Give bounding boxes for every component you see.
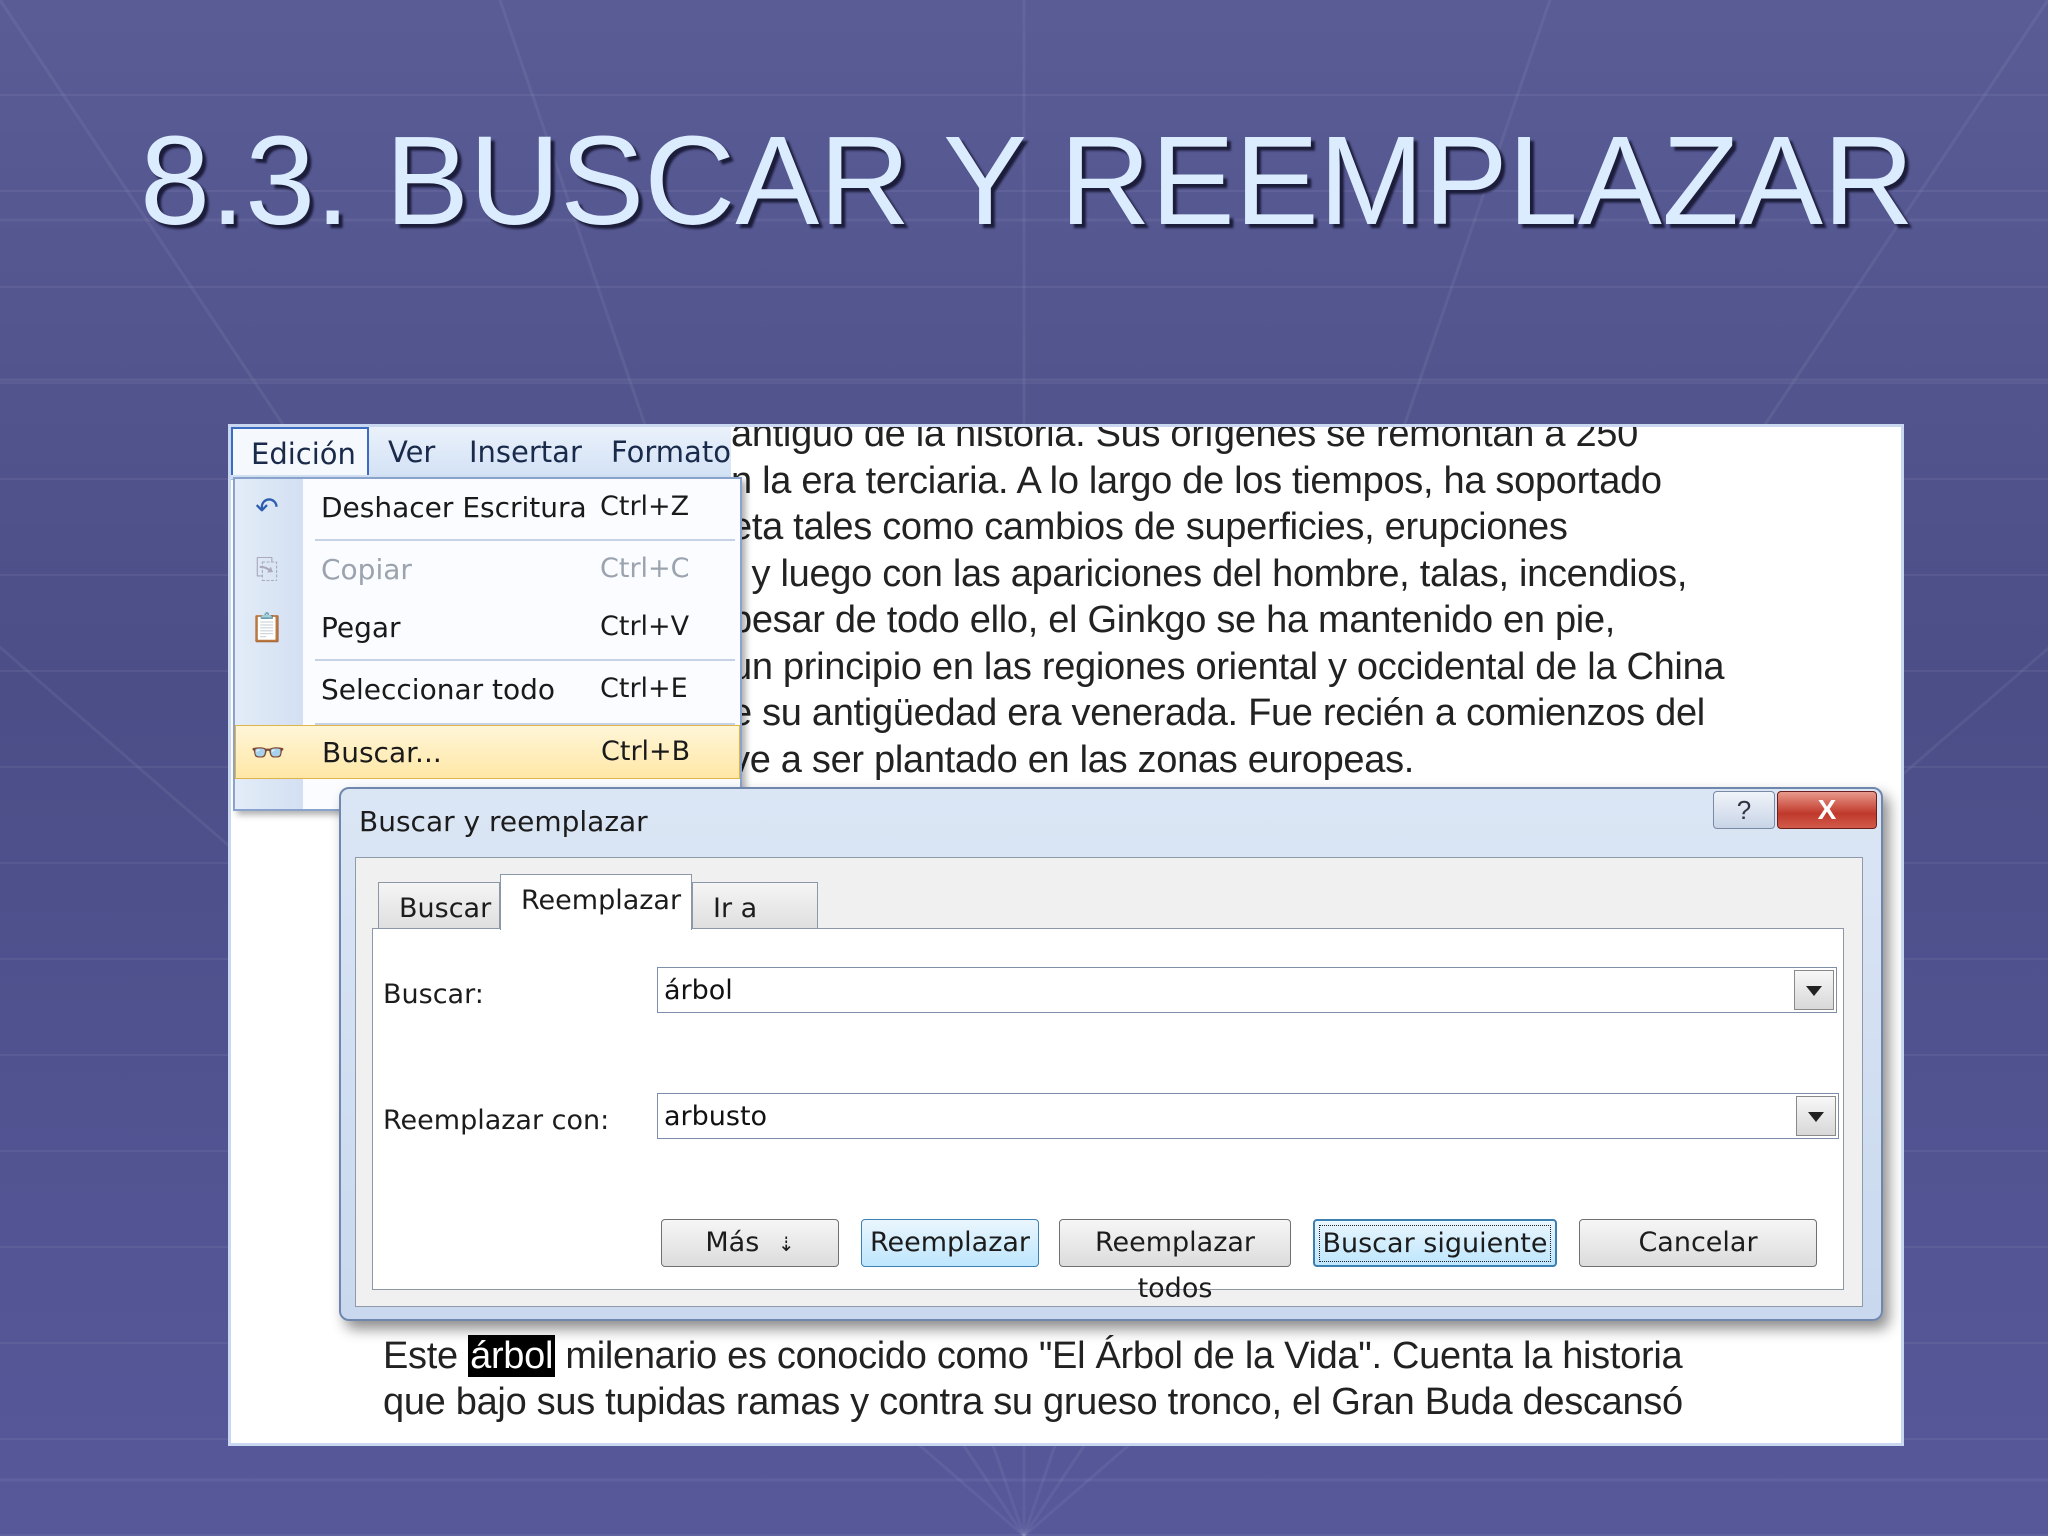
find-replace-dialog: Buscar y reemplazar ? X Buscar Reemplaza… (339, 787, 1883, 1321)
document-line: un principio en las regiones oriental y … (731, 645, 1725, 688)
tab-ir-a[interactable]: Ir a (692, 882, 818, 930)
slide-title: 8.3. BUSCAR Y REEMPLAZAR (140, 110, 1914, 251)
menu-item-label: Copiar (321, 553, 412, 586)
menu-item-seleccionar-todo[interactable]: Seleccionar todo Ctrl+E (235, 663, 740, 717)
chevron-down-icon: ⇣ (777, 1232, 795, 1256)
find-label: Buscar: (383, 979, 484, 1010)
menu-item-shortcut: Ctrl+Z (600, 491, 690, 522)
document-line-highlight: Este árbol milenario es conocido como "E… (383, 1335, 1683, 1377)
cancel-button[interactable]: Cancelar (1579, 1219, 1817, 1267)
find-input[interactable]: árbol (664, 975, 733, 1006)
menu-item-label: Pegar (321, 611, 401, 644)
menu-formato[interactable]: Formato (611, 435, 731, 469)
document-line: n la era terciaria. A lo largo de los ti… (731, 459, 1662, 502)
document-line: ve a ser plantado en las zonas europeas. (731, 738, 1415, 781)
tab-reemplazar[interactable]: Reemplazar (500, 874, 692, 930)
menu-item-pegar[interactable]: 📋 Pegar Ctrl+V (235, 601, 740, 655)
undo-icon: ↶ (255, 492, 279, 523)
menu-item-shortcut: Ctrl+C (600, 553, 690, 584)
dialog-title: Buscar y reemplazar (359, 805, 648, 838)
menu-edicion[interactable]: Edición (231, 427, 369, 475)
menu-item-copiar[interactable]: ⎘ Copiar Ctrl+C (235, 543, 740, 597)
replace-combobox[interactable]: arbusto (657, 1093, 1839, 1139)
menu-ver[interactable]: Ver (388, 435, 435, 469)
document-line: antiguo de la historia. Sus orígenes se … (731, 424, 1638, 455)
replace-dropdown-arrow-icon[interactable] (1796, 1096, 1836, 1136)
menu-item-label: Seleccionar todo (321, 673, 556, 706)
document-line: pesar de todo ello, el Ginkgo se ha mant… (731, 599, 1616, 641)
tab-buscar[interactable]: Buscar (378, 882, 500, 930)
found-word-highlight: árbol (468, 1335, 556, 1377)
help-button[interactable]: ? (1713, 791, 1775, 829)
menu-item-label: Deshacer Escritura (321, 491, 587, 524)
document-line: , y luego con las apariciones del hombre… (731, 552, 1688, 595)
replace-tab-panel: Buscar: árbol Reemplazar con: arbusto Má… (372, 928, 1844, 1304)
menu-item-shortcut: Ctrl+B (601, 736, 691, 767)
find-dropdown-arrow-icon[interactable] (1794, 970, 1834, 1010)
document-line: eta tales como cambios de superficies, e… (731, 506, 1568, 548)
menu-insertar[interactable]: Insertar (469, 435, 582, 469)
replace-all-button[interactable]: Reemplazar todos (1059, 1219, 1291, 1304)
menu-item-deshacer-escritura[interactable]: ↶ Deshacer Escritura Ctrl+Z (235, 481, 740, 535)
replace-input[interactable]: arbusto (664, 1101, 767, 1132)
binoculars-icon: 👓 (250, 737, 286, 768)
replace-label: Reemplazar con: (383, 1105, 610, 1136)
menu-item-shortcut: Ctrl+E (600, 673, 688, 704)
document-line: e su antigüedad era venerada. Fue recién… (731, 692, 1705, 734)
menu-item-label: Buscar... (322, 736, 442, 769)
more-button[interactable]: Más ⇣ (661, 1219, 839, 1267)
edit-menu-dropdown: ↶ Deshacer Escritura Ctrl+Z ⎘ Copiar Ctrl+C 📋 P… (233, 477, 742, 811)
replace-button[interactable]: Reemplazar (861, 1219, 1039, 1267)
menu-separator (315, 723, 735, 725)
menu-bar: Edición Ver Insertar Formato (231, 427, 731, 480)
find-combobox[interactable]: árbol (657, 967, 1837, 1013)
word-screenshot: antiguo de la historia. Sus orígenes se … (228, 424, 1904, 1446)
paste-icon: 📋 (249, 612, 285, 643)
menu-item-buscar[interactable]: 👓 Buscar... Ctrl+B (235, 725, 740, 779)
menu-separator (315, 659, 735, 661)
document-line: que bajo sus tupidas ramas y contra su g… (383, 1381, 1683, 1423)
close-button[interactable]: X (1777, 791, 1877, 829)
menu-separator (315, 539, 735, 541)
menu-item-shortcut: Ctrl+V (600, 611, 690, 642)
find-next-button[interactable]: Buscar siguiente (1313, 1219, 1557, 1267)
dialog-body: Buscar Reemplazar Ir a Buscar: árbol Ree… (355, 857, 1863, 1307)
copy-icon: ⎘ (255, 553, 279, 584)
